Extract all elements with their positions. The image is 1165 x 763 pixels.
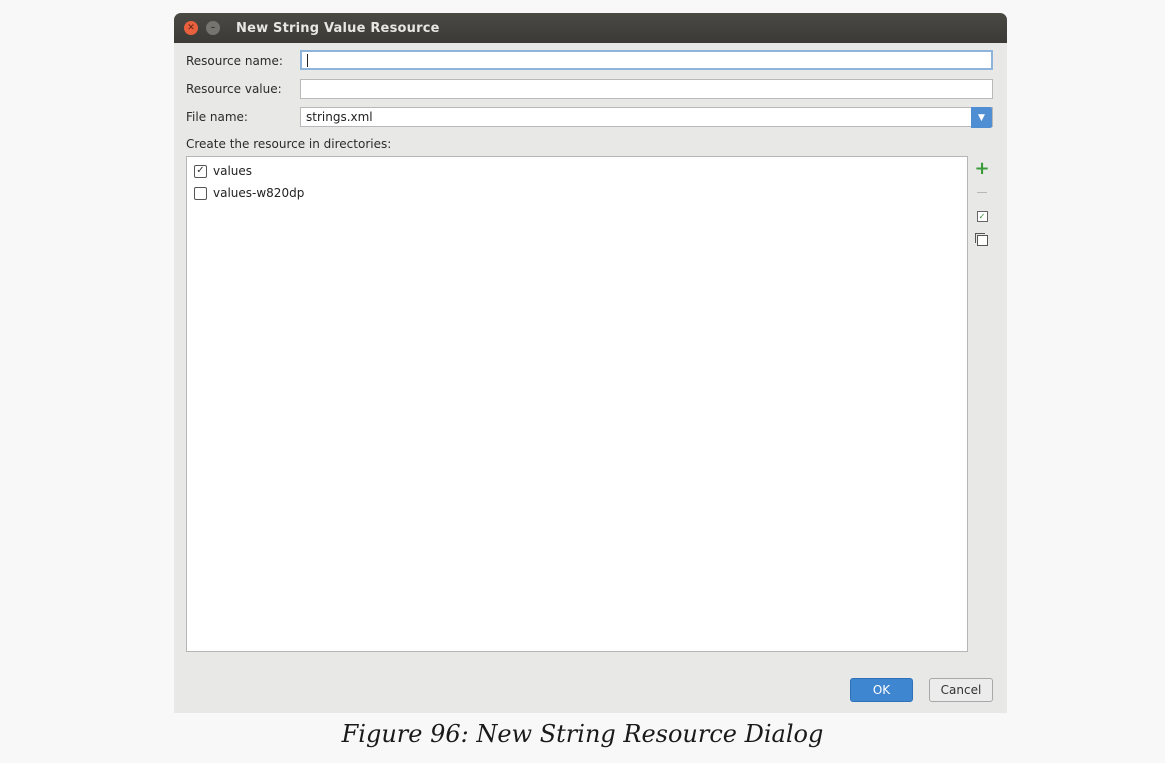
minimize-icon[interactable]: – [206,21,220,35]
checkbox-checked[interactable]: ✓ [194,164,207,178]
minus-icon [977,191,987,193]
list-item[interactable]: ✓ values [187,160,967,182]
cancel-button[interactable]: Cancel [929,678,993,702]
resource-name-label: Resource name: [186,54,283,68]
file-name-row: File name: [186,106,301,128]
file-name-combobox[interactable]: strings.xml ▼ [300,107,993,128]
chevron-down-icon[interactable]: ▼ [971,107,992,128]
checkbox-unchecked[interactable] [194,186,207,200]
resource-name-row: Resource name: [186,50,301,72]
select-all-button[interactable]: ✓ [970,204,994,228]
plus-icon: + [974,157,990,179]
check-all-icon: ✓ [976,210,988,222]
ok-button[interactable]: OK [850,678,913,702]
directories-label: Create the resource in directories: [186,137,392,151]
directory-label: values-w820dp [213,186,305,200]
new-string-resource-dialog: ✕ – New String Value Resource Resource n… [174,13,1007,713]
resource-value-input[interactable] [300,79,993,99]
resource-value-row: Resource value: [186,78,301,100]
list-toolbar: + ✓ [970,156,994,652]
resource-value-label: Resource value: [186,82,282,96]
resource-name-input[interactable] [300,50,993,70]
add-button[interactable]: + [970,156,994,180]
directories-list[interactable]: ✓ values values-w820dp [186,156,968,652]
uncheck-all-icon [974,232,988,246]
close-icon[interactable]: ✕ [184,21,198,35]
file-name-label: File name: [186,110,248,124]
dialog-titlebar: ✕ – New String Value Resource [174,13,1007,43]
text-caret [307,54,308,67]
dialog-title: New String Value Resource [236,20,440,36]
remove-button[interactable] [970,180,994,204]
list-item[interactable]: values-w820dp [187,182,967,204]
unselect-all-button[interactable] [970,228,994,252]
figure-caption: Figure 96: New String Resource Dialog [341,720,824,748]
directory-label: values [213,164,253,178]
file-name-value: strings.xml [306,110,373,124]
